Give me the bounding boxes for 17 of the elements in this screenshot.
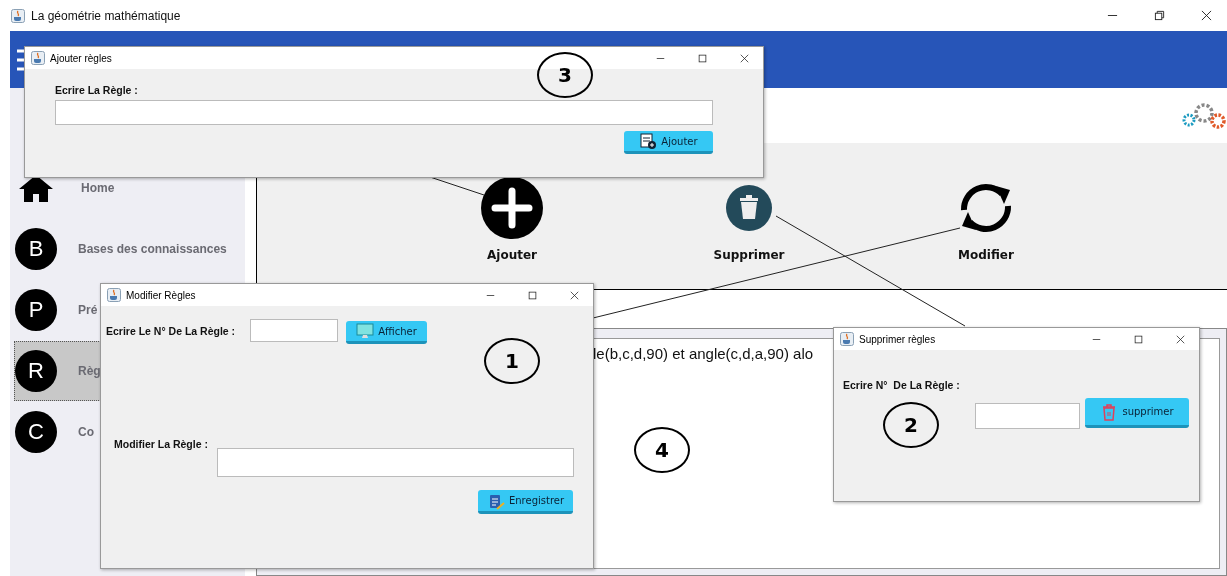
field-label: Modifier La Règle :: [114, 438, 208, 450]
letter-icon: C: [15, 411, 57, 453]
field-label: Ecrire N° De La Règle :: [843, 379, 960, 391]
letter-icon: P: [15, 289, 57, 331]
callout-number: 3: [537, 52, 593, 98]
letter-icon: R: [15, 350, 57, 392]
field-label: Ecrire Le N° De La Règle :: [106, 325, 236, 337]
letter-icon: B: [15, 228, 57, 270]
callout-number: 4: [634, 427, 690, 473]
callout-number: 1: [484, 338, 540, 384]
dialog-title: Modifier Règles: [126, 289, 197, 301]
rule-text: le(b,c,d,90) et angle(c,d,a,90) alo: [593, 345, 814, 362]
field-label: Ecrire La Règle :: [55, 84, 138, 96]
dialog-title: Supprimer règles: [859, 333, 937, 345]
dialog-title: Ajouter règles: [50, 52, 113, 64]
callout-number: 2: [883, 402, 939, 448]
window-title: La géométrie mathématique: [31, 8, 182, 23]
